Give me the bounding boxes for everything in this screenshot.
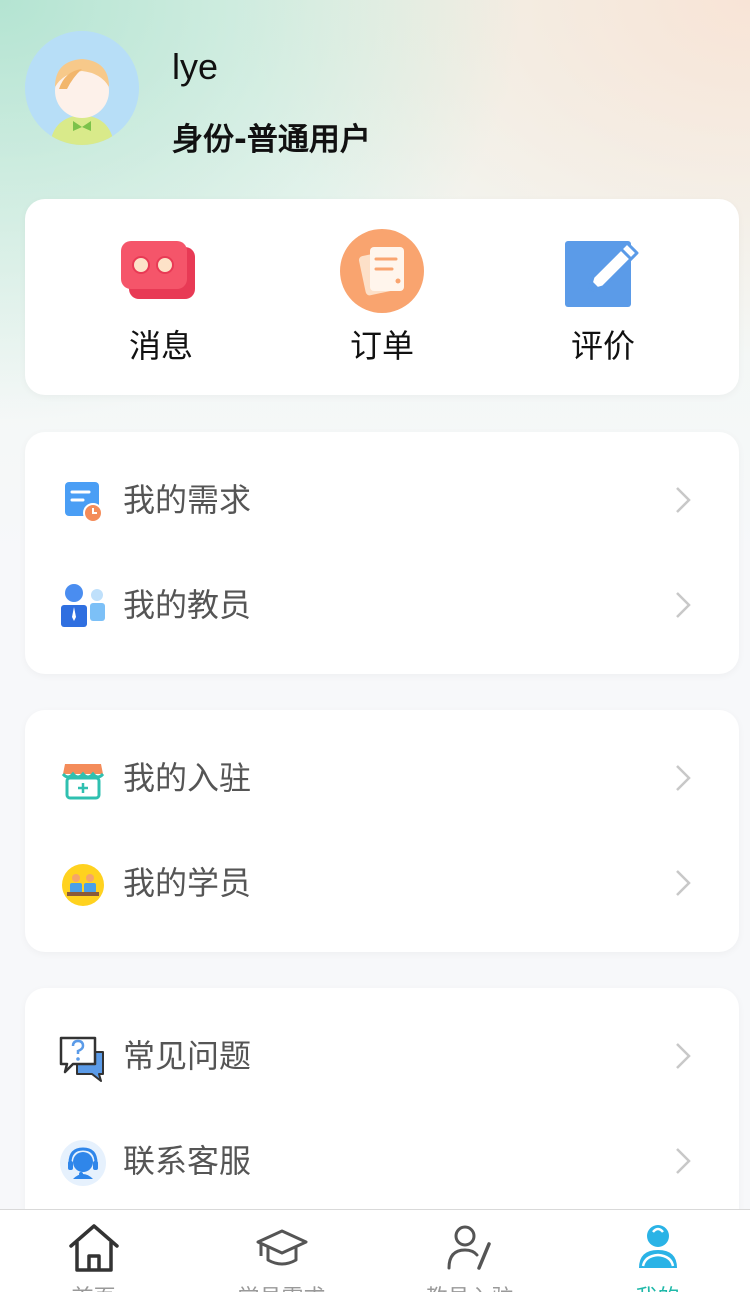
- tab-label: 我的: [564, 1280, 750, 1292]
- tab-label: 首页: [0, 1280, 187, 1292]
- menu-item-label: 我的需求: [123, 481, 252, 519]
- graduation-cap-icon: [256, 1229, 308, 1266]
- demand-icon: [65, 482, 103, 523]
- tab-student-demand[interactable]: 学员需求: [188, 1210, 375, 1292]
- quick-action-label: 消息: [128, 327, 193, 365]
- home-icon: [69, 1224, 119, 1272]
- quick-actions-card: 消息 订单 评价: [25, 199, 739, 395]
- menu-item-label: 我的教员: [123, 586, 252, 624]
- message-icon: [121, 241, 195, 299]
- quick-action-reviews[interactable]: 评价: [523, 229, 683, 369]
- menu-group-2: 我的入驻 我的学员: [25, 710, 739, 952]
- menu-item-label: 联系客服: [123, 1142, 252, 1180]
- quick-action-orders[interactable]: 订单: [302, 229, 462, 369]
- customer-service-icon: [60, 1140, 106, 1186]
- avatar[interactable]: [25, 31, 139, 145]
- menu-item-label: 常见问题: [123, 1037, 252, 1075]
- profile-header: lye 身份-普通用户: [0, 0, 750, 190]
- menu-group-1: 我的需求 我的教员: [25, 432, 739, 674]
- menu-item-my-demand[interactable]: 我的需求: [25, 448, 739, 552]
- menu-item-my-settle-in[interactable]: 我的入驻: [25, 726, 739, 830]
- quick-action-messages[interactable]: 消息: [81, 229, 241, 369]
- menu-item-customer-service[interactable]: 联系客服: [25, 1109, 739, 1213]
- chevron-right-icon: [676, 1043, 691, 1069]
- students-icon: [62, 864, 104, 906]
- menu-item-my-teachers[interactable]: 我的教员: [25, 553, 739, 657]
- chevron-right-icon: [676, 1148, 691, 1174]
- tab-label: 学员需求: [188, 1280, 375, 1292]
- menu-item-label: 我的入驻: [123, 759, 252, 797]
- chevron-right-icon: [676, 765, 691, 791]
- tab-teacher-join[interactable]: 教员入驻: [376, 1210, 563, 1292]
- chevron-right-icon: [676, 870, 691, 896]
- chevron-right-icon: [676, 592, 691, 618]
- avatar-icon: [25, 31, 139, 145]
- review-icon: [565, 241, 639, 307]
- identity-label: 身份-普通用户: [172, 122, 371, 158]
- quick-action-label: 评价: [570, 327, 635, 365]
- menu-item-my-students[interactable]: 我的学员: [25, 831, 739, 935]
- tab-label: 教员入驻: [376, 1280, 563, 1292]
- menu-item-faq[interactable]: 常见问题: [25, 1004, 739, 1108]
- teacher-join-icon: [447, 1225, 491, 1270]
- order-icon: [340, 229, 424, 313]
- teacher-icon: [61, 584, 105, 627]
- tab-home[interactable]: 首页: [0, 1210, 187, 1292]
- tab-mine[interactable]: 我的: [564, 1210, 750, 1292]
- profile-icon: [639, 1225, 677, 1268]
- store-icon: [61, 764, 105, 800]
- bottom-tab-bar: 首页 学员需求 教员入驻 我的: [0, 1209, 750, 1292]
- menu-item-label: 我的学员: [123, 864, 252, 902]
- quick-action-label: 订单: [349, 327, 414, 365]
- chevron-right-icon: [676, 487, 691, 513]
- username: lye: [172, 46, 219, 87]
- faq-icon: [59, 1036, 104, 1082]
